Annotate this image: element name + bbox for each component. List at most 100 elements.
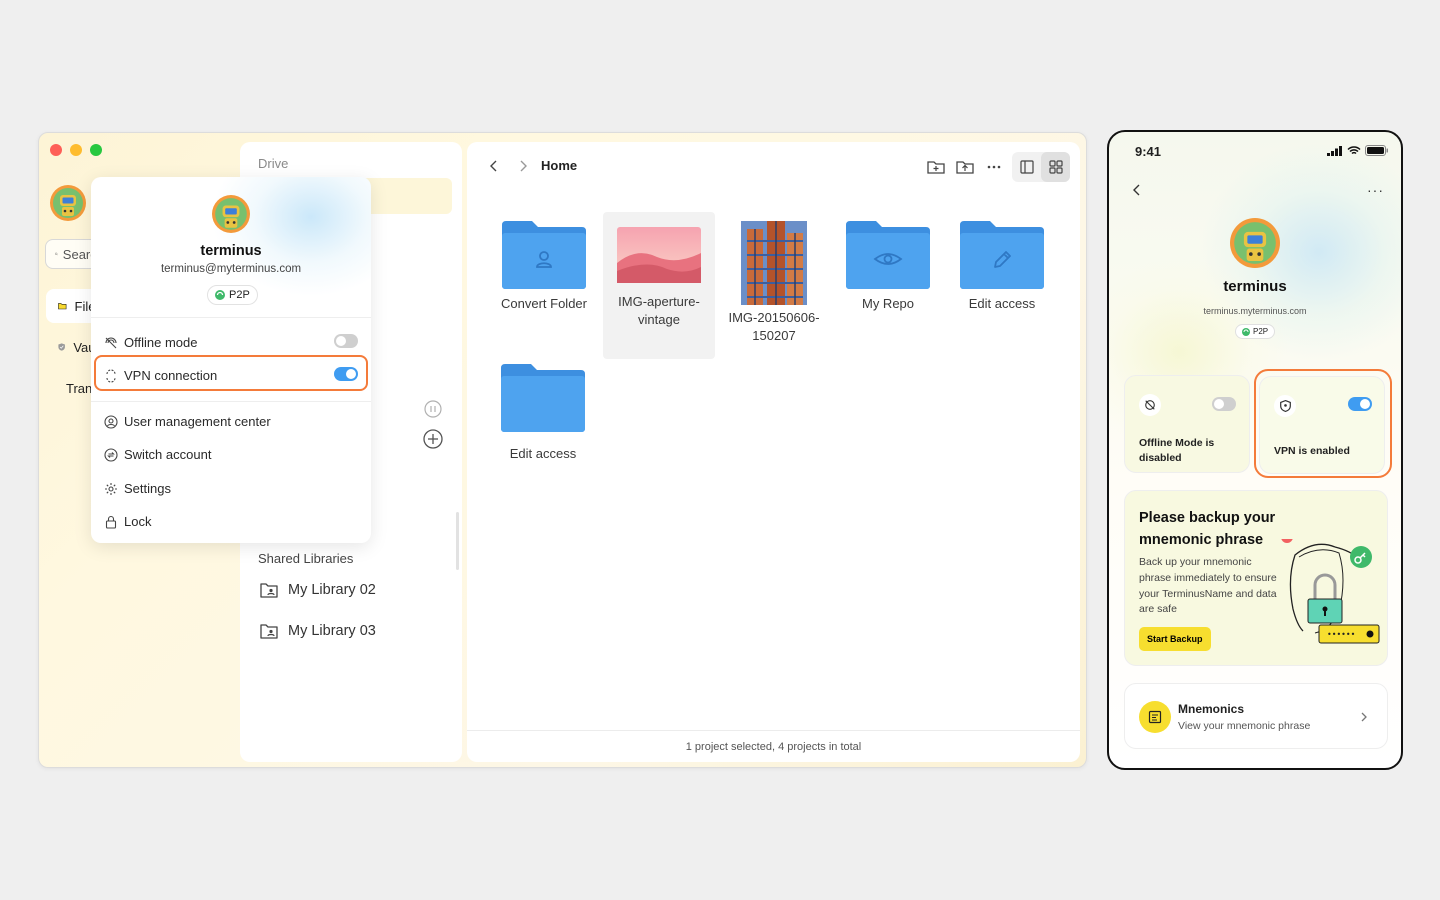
shield-icon [58,343,65,351]
folder-icon [960,221,1044,289]
offline-mode-status: Offline Mode is disabled [1139,437,1215,464]
library-item[interactable]: My Library 02 [260,582,376,598]
divider [91,317,371,318]
divider [467,730,1080,731]
vpn-card[interactable]: VPN is enabled [1259,376,1385,474]
back-icon[interactable] [1130,183,1144,197]
vpn-status: VPN is enabled [1274,445,1350,457]
vpn-toggle[interactable] [1348,397,1372,411]
file-name: Edit access [509,446,577,461]
menu-item-label: User management center [124,414,271,429]
more-icon[interactable]: ··· [1367,182,1384,198]
document-icon [1148,710,1162,724]
menu-item-label: Lock [124,514,152,529]
library-item[interactable]: My Library 03 [260,623,376,639]
folder-icon [846,221,930,289]
user-circle-icon [104,414,118,429]
more-icon[interactable] [984,157,1004,177]
library-label: My Library 03 [288,623,376,639]
signal-icon [1327,145,1342,156]
account-email: terminus.myterminus.com [1203,306,1307,316]
folder-icon [501,364,585,432]
library-label: My Library 02 [288,582,376,598]
gear-icon [105,482,117,495]
p2p-icon [1242,327,1250,336]
grid-icon [1048,160,1063,174]
menu-item-lock[interactable]: Lock [104,514,151,529]
folder-icon [58,303,67,310]
scrollbar[interactable] [456,512,459,570]
vpn-toggle[interactable] [334,367,358,381]
backup-description: Back up your mnemonic phrase immediately… [1139,556,1277,616]
image-thumbnail [617,227,701,283]
grid-view-button[interactable] [1041,152,1070,182]
forward-icon[interactable] [516,159,530,173]
phone-screen: 9:41 ··· terminus terminus.myterminus.co… [1107,130,1403,770]
offline-mode-card[interactable]: Offline Mode is disabled [1124,375,1250,473]
add-icon[interactable] [423,429,443,449]
file-name: My Repo [861,296,915,311]
file-tile[interactable]: IMG-20150606-150207 [718,221,830,351]
file-tile[interactable]: Convert Folder [488,221,600,351]
offline-icon [105,337,117,348]
file-name: Edit access [968,296,1036,311]
offline-icon [1145,400,1155,410]
file-name: Convert Folder [501,296,587,311]
file-tile[interactable]: My Repo [832,221,944,351]
battery-icon [1365,145,1388,156]
user-avatar[interactable] [50,185,86,221]
shared-libraries-title: Shared Libraries [258,551,354,566]
mnemonics-subtitle: View your mnemonic phrase [1178,720,1311,732]
folder-icon [502,221,586,289]
file-tile[interactable]: IMG-aperture-vintage [603,212,715,359]
breadcrumb: Home [541,158,578,173]
file-tile[interactable]: Edit access [946,221,1058,351]
p2p-icon [215,290,225,300]
account-name: terminus [200,243,262,259]
account-menu: terminus terminus@myterminus.com P2P Off… [91,177,371,543]
minimize-window-button[interactable] [70,144,82,156]
vpn-icon [106,368,116,383]
search-icon [55,252,58,256]
panel-icon [1019,160,1034,174]
shield-icon-wrap [1274,395,1296,417]
list-view-button[interactable] [1012,152,1041,182]
menu-item-label: Settings [124,481,171,496]
divider [91,401,371,402]
image-thumbnail [741,221,807,305]
offline-mode-toggle[interactable] [1212,397,1236,411]
new-folder-icon[interactable] [926,157,946,177]
start-backup-button[interactable]: Start Backup [1139,627,1211,651]
mnemonics-row[interactable]: Mnemonics View your mnemonic phrase [1124,683,1388,749]
offline-mode-row[interactable]: Offline mode [104,335,197,350]
pause-icon[interactable] [424,400,442,418]
view-toggle [1012,152,1070,182]
status-bar-icons [1327,145,1389,156]
backup-card: Please backup your mnemonic phrase Back … [1124,490,1388,666]
status-time: 9:41 [1135,144,1162,159]
file-name: IMG-aperture-vintage [618,294,700,327]
shared-folder-icon [260,623,278,639]
mnemonics-title: Mnemonics [1178,702,1245,716]
account-email: terminus@myterminus.com [160,263,302,275]
menu-item-label: Switch account [124,447,212,462]
shared-folder-icon [260,582,278,598]
connection-badge: P2P [1235,324,1276,339]
zoom-window-button[interactable] [90,144,102,156]
close-window-button[interactable] [50,144,62,156]
backup-illustration: •••••• [1281,539,1380,644]
menu-item-switch-account[interactable]: Switch account [104,447,211,462]
lock-icon [105,515,117,529]
menu-item-user-management[interactable]: User management center [104,414,271,429]
connection-badge: P2P [207,285,258,305]
vpn-connection-row[interactable]: VPN connection [104,368,217,383]
menu-item-settings[interactable]: Settings [104,481,171,496]
file-tile[interactable]: Edit access [487,364,599,474]
user-avatar [212,195,250,233]
offline-mode-toggle[interactable] [334,334,358,348]
upload-folder-icon[interactable] [955,157,975,177]
badge-label: P2P [229,289,250,301]
back-icon[interactable] [487,159,501,173]
shield-icon [1279,400,1291,412]
desktop-window: Search Files Vault Transfer Drive Shared… [38,132,1087,768]
